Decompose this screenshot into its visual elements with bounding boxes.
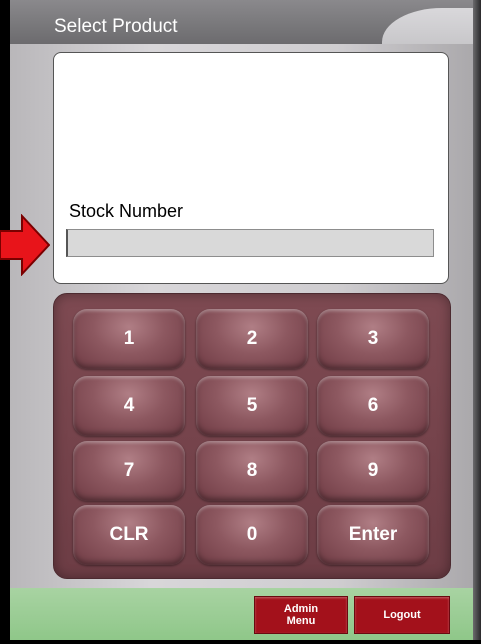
frame-edge: [473, 0, 481, 640]
title-bar-tab: [382, 8, 478, 44]
key-2[interactable]: 2: [196, 309, 308, 369]
key-1[interactable]: 1: [73, 309, 185, 369]
stock-number-input[interactable]: [66, 229, 434, 257]
app-screen: Select Product Stock Number 1 2 3 4 5 6 …: [10, 0, 478, 640]
key-4[interactable]: 4: [73, 376, 185, 436]
logout-button[interactable]: Logout: [354, 596, 450, 634]
admin-menu-button[interactable]: Admin Menu: [254, 596, 348, 634]
key-8[interactable]: 8: [196, 441, 308, 501]
enter-button[interactable]: Enter: [317, 505, 429, 565]
key-0[interactable]: 0: [196, 505, 308, 565]
clear-button[interactable]: CLR: [73, 505, 185, 565]
key-3[interactable]: 3: [317, 309, 429, 369]
product-info-panel: Stock Number: [53, 52, 449, 284]
stock-number-label: Stock Number: [69, 201, 184, 221]
key-7[interactable]: 7: [73, 441, 185, 501]
page-title: Select Product: [54, 16, 178, 37]
kiosk-frame: Select Product Stock Number 1 2 3 4 5 6 …: [0, 0, 481, 644]
title-bar: Select Product: [10, 0, 478, 44]
key-9[interactable]: 9: [317, 441, 429, 501]
footer-bar: Admin Menu Logout: [10, 588, 478, 640]
key-6[interactable]: 6: [317, 376, 429, 436]
key-5[interactable]: 5: [196, 376, 308, 436]
numeric-keypad: 1 2 3 4 5 6 7 8 9 CLR 0 Enter: [53, 293, 451, 579]
red-arrow-icon: [0, 214, 50, 276]
